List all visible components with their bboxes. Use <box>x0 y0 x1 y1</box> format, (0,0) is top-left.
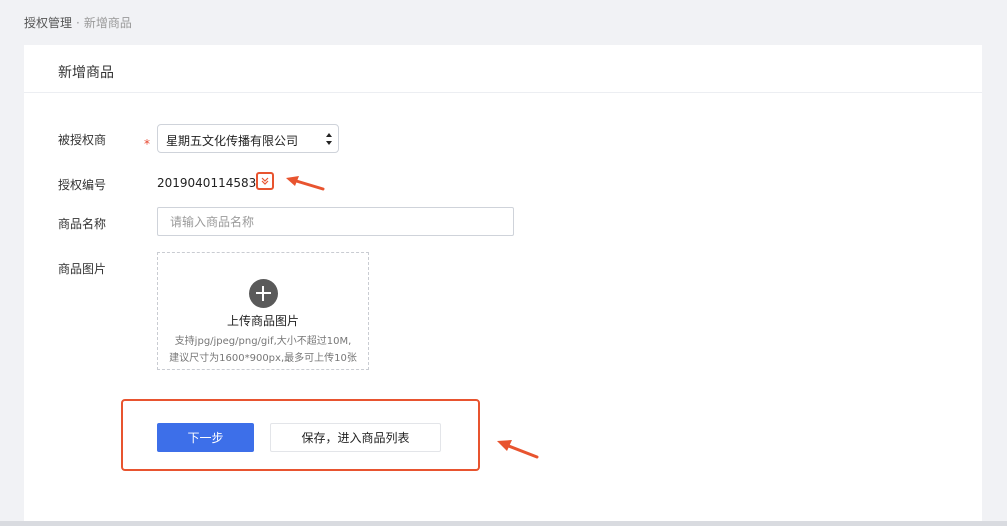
breadcrumb-parent[interactable]: 授权管理 <box>24 16 72 30</box>
product-name-label: 商品名称 <box>58 217 107 231</box>
breadcrumb-current: 新增商品 <box>83 16 132 30</box>
auth-code-expand-button[interactable] <box>256 172 274 190</box>
upload-hint-line1: 支持jpg/jpeg/png/gif,大小不超过10M, <box>174 336 352 347</box>
updown-arrows-icon <box>326 133 332 145</box>
chevrons-down-icon <box>261 177 269 185</box>
licensee-select-value: 星期五文化传播有限公司 <box>166 134 299 148</box>
annotation-arrow-icon <box>286 176 325 191</box>
product-name-input[interactable] <box>157 207 514 236</box>
image-upload-area[interactable]: 上传商品图片 支持jpg/jpeg/png/gif,大小不超过10M, 建议尺寸… <box>157 252 369 370</box>
plus-circle-icon <box>249 279 278 308</box>
save-to-list-button[interactable]: 保存，进入商品列表 <box>270 423 441 452</box>
upload-title: 上传商品图片 <box>226 314 299 328</box>
next-step-button[interactable]: 下一步 <box>157 423 254 452</box>
auth-code-value: 20190401145832 <box>157 176 264 190</box>
card-header: 新增商品 <box>24 45 982 93</box>
auth-code-label: 授权编号 <box>58 178 107 192</box>
product-image-label: 商品图片 <box>58 262 107 276</box>
breadcrumb: 授权管理 · 新增商品 <box>24 14 132 31</box>
upload-hint-line2: 建议尺寸为1600*900px,最多可上传10张 <box>169 353 357 364</box>
breadcrumb-separator: · <box>76 16 80 30</box>
bottom-scrollbar <box>0 521 1007 526</box>
licensee-select[interactable]: 星期五文化传播有限公司 <box>157 124 339 153</box>
licensee-label: 被授权商 <box>58 133 107 147</box>
page-title: 新增商品 <box>58 65 114 81</box>
annotation-arrow-icon <box>497 440 539 459</box>
required-mark: * <box>144 137 150 151</box>
